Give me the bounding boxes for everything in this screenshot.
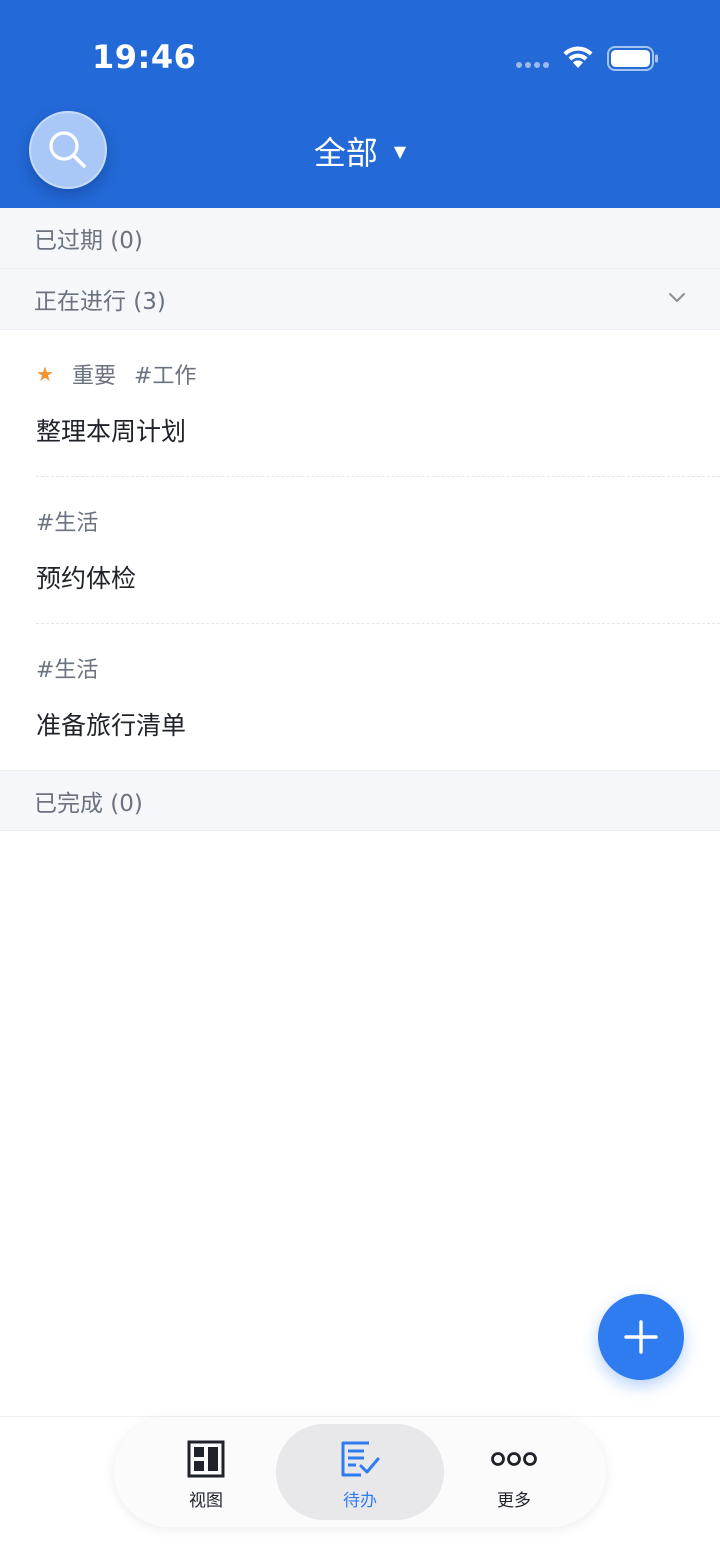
section-overdue-label: 已过期 (0) [34, 228, 143, 254]
task-tag: #生活 [36, 511, 99, 536]
task-tag: #生活 [36, 658, 99, 683]
filter-dropdown[interactable]: 全部 ▼ [0, 128, 720, 174]
section-completed[interactable]: 已完成 (0) [0, 770, 720, 831]
task-meta: #生活 [36, 505, 98, 537]
section-in-progress[interactable]: 正在进行 (3) [0, 269, 720, 330]
star-icon: ★ [36, 362, 54, 386]
battery-icon [607, 46, 658, 71]
chevron-down-icon [669, 293, 685, 302]
plus-icon [624, 1320, 658, 1354]
status-time: 19:46 [92, 38, 197, 76]
task-title: 准备旅行清单 [36, 711, 187, 740]
section-completed-label: 已完成 (0) [34, 790, 143, 817]
more-dots-icon [491, 1452, 537, 1466]
nav-item-view[interactable]: 视图 [146, 1436, 266, 1516]
task-meta: ★ 重要 #工作 [36, 358, 196, 390]
nav-label-more: 更多 [497, 1491, 531, 1511]
task-tag: #工作 [133, 364, 197, 389]
view-layout-icon [187, 1440, 225, 1478]
nav-item-todo[interactable]: 待办 [300, 1436, 420, 1516]
task-item[interactable]: ★ 重要 #工作 整理本周计划 [0, 330, 720, 477]
section-in-progress-label: 正在进行 (3) [34, 289, 166, 315]
filter-title: 全部 [313, 134, 378, 172]
task-item[interactable]: #生活 预约体检 [0, 477, 720, 624]
wifi-icon [563, 46, 593, 68]
todo-list-icon [341, 1441, 380, 1477]
nav-item-more[interactable]: 更多 [454, 1436, 574, 1516]
header: 19:46 全部 ▼ [0, 0, 720, 208]
task-title: 预约体检 [36, 564, 137, 593]
priority-label: 重要 [71, 364, 116, 389]
task-meta: #生活 [36, 652, 98, 684]
nav-label-todo: 待办 [343, 1491, 377, 1511]
nav-label-view: 视图 [189, 1491, 223, 1511]
caret-down-icon: ▼ [393, 141, 407, 161]
cellular-signal-icon [516, 62, 549, 68]
add-task-button[interactable] [598, 1294, 684, 1380]
todo-screen: 19:46 全部 ▼ 已过期 (0) 正在进行 (3) ★ 重要 #工作 整理本… [0, 0, 720, 1565]
section-overdue[interactable]: 已过期 (0) [0, 208, 720, 269]
task-title: 整理本周计划 [36, 417, 187, 446]
task-item[interactable]: #生活 准备旅行清单 [0, 624, 720, 771]
